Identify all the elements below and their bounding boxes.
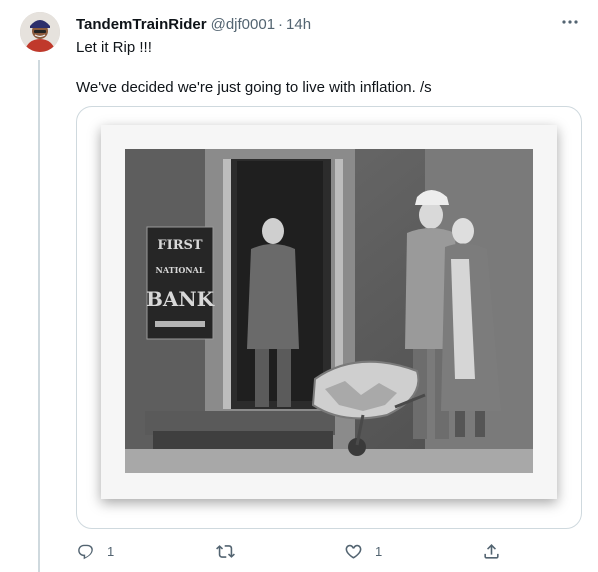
bank-photo: FIRST NATIONAL BANK <box>125 149 533 473</box>
tweet-actions: 1 1 <box>76 540 516 562</box>
tweet-text-line-1: Let it Rip !!! <box>76 39 152 56</box>
retweet-icon <box>216 544 235 558</box>
photo-print: FIRST NATIONAL BANK <box>101 125 557 499</box>
separator-dot: · <box>278 15 284 33</box>
tweet-text: Let it Rip !!! We've decided we're just … <box>76 38 576 98</box>
like-count: 1 <box>375 543 383 559</box>
media-card[interactable]: FIRST NATIONAL BANK <box>76 106 582 529</box>
reply-count: 1 <box>107 543 115 559</box>
thread-connector-line <box>38 60 40 572</box>
tweet-text-line-2: We've decided we're just going to live w… <box>76 79 432 96</box>
user-handle[interactable]: @djf0001 <box>211 16 275 33</box>
timestamp[interactable]: 14h <box>286 16 311 33</box>
sign-word-national: NATIONAL <box>156 265 205 275</box>
reply-button[interactable]: 1 <box>76 540 114 562</box>
avatar[interactable] <box>20 12 60 52</box>
reply-icon <box>78 544 93 559</box>
avatar-image <box>20 12 60 52</box>
sign-word-first: FIRST <box>157 238 203 253</box>
share-button[interactable] <box>482 540 513 562</box>
sign-word-bank: BANK <box>146 287 215 311</box>
tweet-header: TandemTrainRider @djf0001 · 14h <box>76 14 584 34</box>
heart-icon <box>345 544 362 559</box>
display-name[interactable]: TandemTrainRider <box>76 16 207 33</box>
retweet-button[interactable] <box>216 540 247 562</box>
like-button[interactable]: 1 <box>344 540 382 562</box>
share-icon <box>484 543 499 559</box>
more-dots-icon <box>562 20 578 24</box>
more-options-button[interactable] <box>560 12 580 32</box>
